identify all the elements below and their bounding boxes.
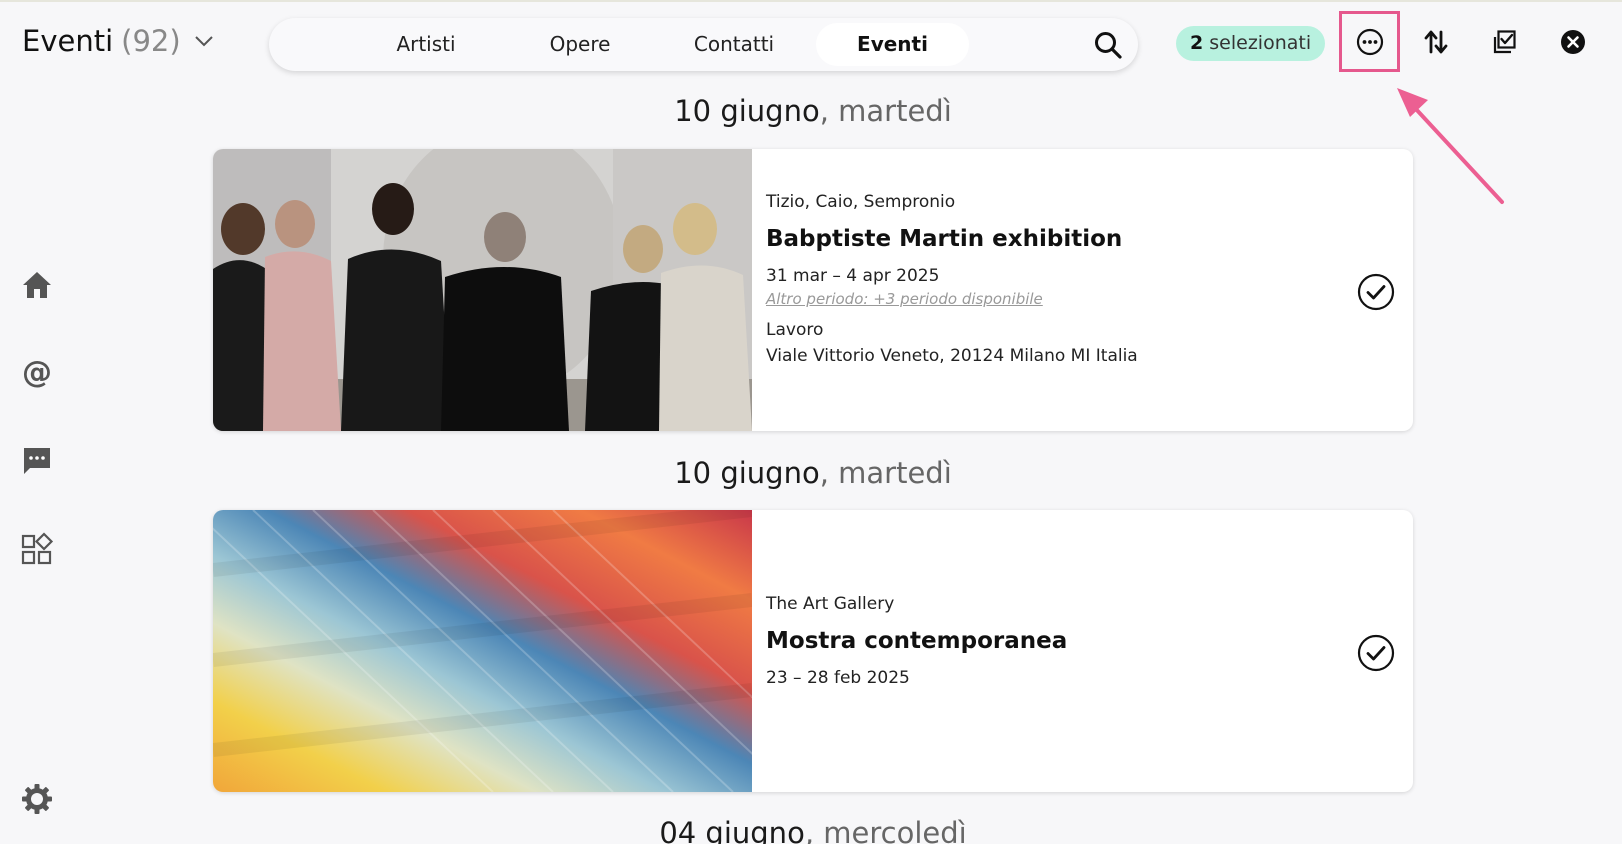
alt-period-link[interactable]: Altro periodo: +3 periodo disponibile	[766, 290, 1138, 308]
close-button[interactable]	[1553, 24, 1593, 64]
event-dates: 23 – 28 feb 2025	[766, 668, 910, 688]
event-artists: The Art Gallery	[766, 594, 895, 614]
tab-artisti[interactable]: Artisti	[355, 23, 497, 66]
selected-check-icon[interactable]	[1357, 634, 1395, 672]
chat-icon[interactable]	[19, 443, 55, 479]
search-icon[interactable]	[1093, 30, 1123, 60]
tab-contatti[interactable]: Contatti	[663, 23, 805, 66]
date-heading-weekday: , mercoledì	[804, 816, 967, 844]
select-checklist-icon	[1489, 27, 1519, 61]
event-title[interactable]: Mostra contemporanea	[766, 628, 1067, 654]
at-sign-icon[interactable]: @	[19, 355, 55, 391]
date-heading-weekday: , martedì	[819, 456, 952, 490]
selected-check-icon[interactable]	[1357, 273, 1395, 311]
chevron-down-icon[interactable]	[193, 30, 215, 52]
event-card[interactable]: Tizio, Caio, Sempronio Babptiste Martin …	[213, 149, 1413, 431]
date-heading-date: 04 giugno	[659, 816, 805, 844]
top-border	[0, 0, 1622, 2]
close-icon	[1559, 28, 1587, 60]
tab-opere[interactable]: Opere	[509, 23, 651, 66]
event-address: Viale Vittorio Veneto, 20124 Milano MI I…	[766, 346, 1138, 366]
page-title-count: (92)	[121, 24, 181, 58]
home-icon[interactable]	[19, 267, 55, 303]
event-info: The Art Gallery Mostra contemporanea 23 …	[766, 594, 1067, 688]
date-heading-date: 10 giugno	[674, 456, 820, 490]
event-title[interactable]: Babptiste Martin exhibition	[766, 226, 1138, 252]
event-artists: Tizio, Caio, Sempronio	[766, 192, 956, 212]
selection-label: selezionati	[1209, 32, 1312, 54]
selection-badge[interactable]: 2 selezionati	[1176, 26, 1326, 61]
sort-button[interactable]	[1416, 24, 1456, 64]
date-heading: 04 giugno, mercoledì	[213, 816, 1413, 844]
event-dates: 31 mar – 4 apr 2025	[766, 266, 940, 286]
tab-eventi[interactable]: Eventi	[816, 23, 969, 66]
select-button[interactable]	[1484, 24, 1524, 64]
event-info: Tizio, Caio, Sempronio Babptiste Martin …	[766, 192, 1138, 366]
date-heading: 10 giugno, martedì	[213, 94, 1413, 128]
selection-count: 2	[1190, 32, 1204, 54]
highlight-box	[1339, 11, 1400, 72]
event-location: Lavoro	[766, 320, 824, 340]
date-heading: 10 giugno, martedì	[213, 456, 1413, 490]
gear-icon[interactable]	[19, 781, 55, 817]
event-card[interactable]: The Art Gallery Mostra contemporanea 23 …	[213, 510, 1413, 792]
event-thumbnail	[213, 510, 752, 792]
page-title-label: Eventi	[22, 24, 114, 58]
date-heading-weekday: , martedì	[819, 94, 952, 128]
section-tabs: Artisti Opere Contatti Eventi	[269, 18, 1138, 71]
sort-icon	[1421, 27, 1451, 61]
svg-text:@: @	[22, 356, 52, 390]
date-heading-date: 10 giugno	[674, 94, 820, 128]
event-thumbnail	[213, 149, 752, 431]
apps-grid-icon[interactable]	[19, 531, 55, 567]
page-title[interactable]: Eventi (92)	[22, 24, 215, 58]
